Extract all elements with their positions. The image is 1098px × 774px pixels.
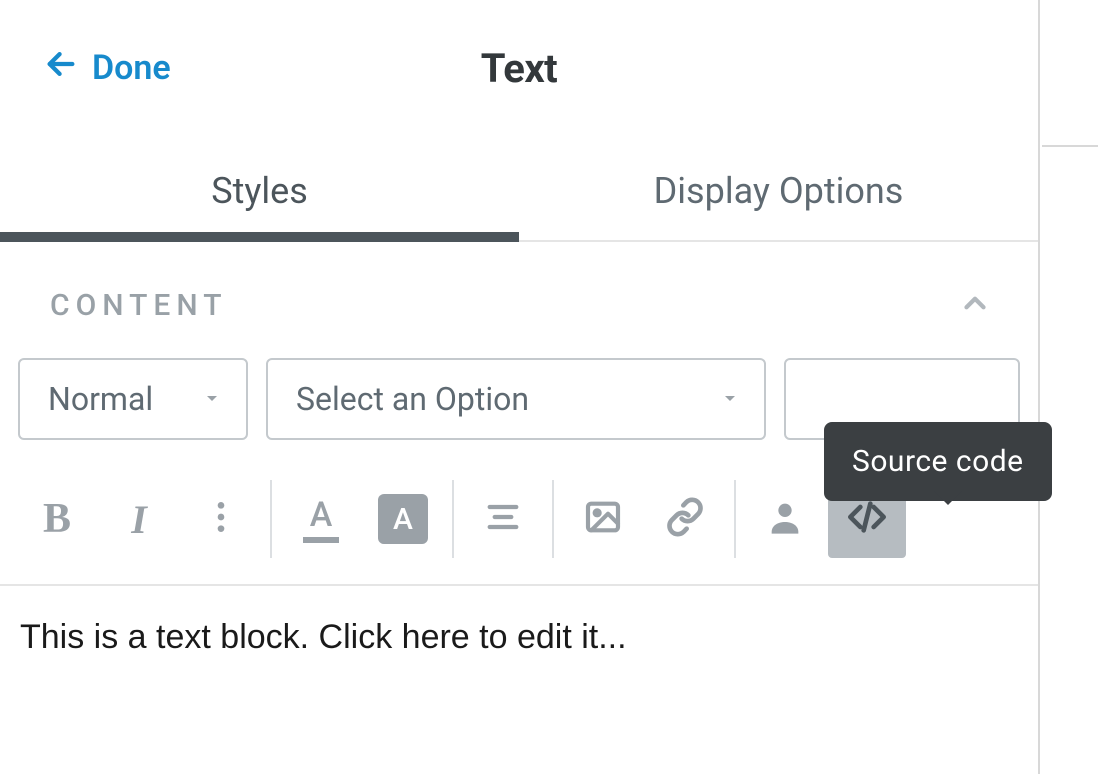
toolbar-divider [270, 480, 272, 558]
editor-content: This is a text block. Click here to edit… [20, 618, 627, 656]
link-button[interactable] [646, 480, 724, 558]
toolbar-divider [452, 480, 454, 558]
back-label: Done [92, 48, 171, 88]
tab-styles[interactable]: Styles [0, 148, 519, 240]
code-icon [847, 497, 887, 541]
background-color-button[interactable]: A [364, 480, 442, 558]
bold-button[interactable]: B [18, 480, 96, 558]
align-button[interactable] [464, 480, 542, 558]
content-section-header[interactable]: CONTENT [0, 242, 1038, 358]
link-icon [665, 497, 705, 541]
more-vertical-icon [201, 497, 241, 541]
format-select-value: Normal [48, 380, 153, 418]
outer-region [1042, 145, 1098, 774]
tabs: Styles Display Options [0, 148, 1038, 242]
text-editor-area[interactable]: This is a text block. Click here to edit… [0, 586, 1038, 689]
source-code-tooltip: Source code [824, 422, 1052, 501]
panel-title: Text [40, 45, 998, 92]
image-button[interactable] [564, 480, 642, 558]
user-button[interactable] [746, 480, 824, 558]
tooltip-text: Source code [852, 444, 1024, 479]
italic-icon: I [131, 496, 147, 543]
user-icon [765, 497, 805, 541]
text-color-icon: A [303, 495, 339, 543]
format-select[interactable]: Normal [18, 358, 248, 440]
toolbar-divider [734, 480, 736, 558]
more-button[interactable] [182, 480, 260, 558]
toolbar-divider [552, 480, 554, 558]
option-select[interactable]: Select an Option [266, 358, 766, 440]
tab-display-options[interactable]: Display Options [519, 148, 1038, 240]
back-done-button[interactable]: Done [44, 47, 171, 90]
bold-icon: B [43, 495, 71, 543]
option-select-value: Select an Option [296, 380, 529, 418]
panel-header: Done Text [0, 0, 1038, 100]
caret-down-icon [200, 380, 224, 418]
image-icon [583, 497, 623, 541]
text-block-panel: Done Text Styles Display Options CONTENT… [0, 0, 1040, 774]
italic-button[interactable]: I [100, 480, 178, 558]
background-color-icon: A [378, 494, 428, 544]
content-section-title: CONTENT [50, 288, 227, 323]
text-color-button[interactable]: A [282, 480, 360, 558]
caret-down-icon [718, 380, 742, 418]
align-center-icon [483, 497, 523, 541]
chevron-up-icon [958, 286, 992, 324]
arrow-left-icon [44, 47, 78, 90]
